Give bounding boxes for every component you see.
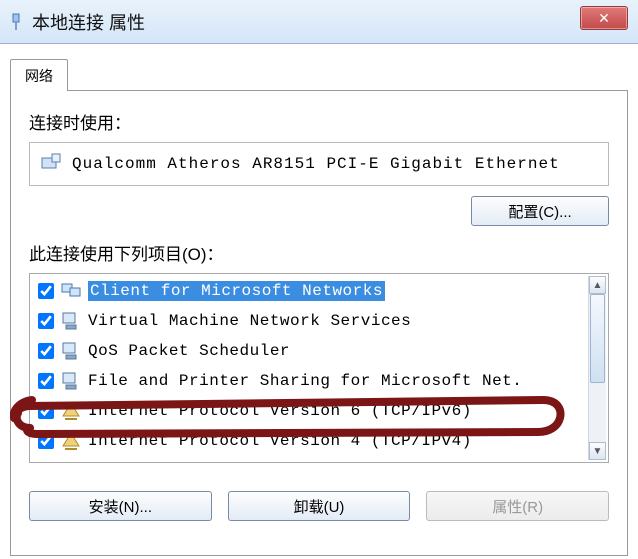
protocol-icon	[60, 430, 82, 452]
bottom-button-row: 安装(N)... 卸载(U) 属性(R)	[29, 491, 609, 521]
components-listbox[interactable]: Client for Microsoft Networks Virtual Mac…	[29, 273, 609, 463]
adapter-box: Qualcomm Atheros AR8151 PCI-E Gigabit Et…	[29, 142, 609, 186]
item-checkbox[interactable]	[38, 403, 54, 419]
item-label: Client for Microsoft Networks	[88, 281, 385, 301]
list-item[interactable]: Client for Microsoft Networks	[32, 276, 588, 306]
list-item[interactable]: Virtual Machine Network Services	[32, 306, 588, 336]
service-icon	[60, 340, 82, 362]
scroll-up-button[interactable]: ▲	[589, 276, 606, 294]
label-items-used: 此连接使用下列项目(O)：	[29, 240, 609, 265]
service-icon	[60, 310, 82, 332]
list-item[interactable]: Internet Protocol Version 4 (TCP/IPv4)	[32, 426, 588, 456]
connection-icon	[8, 12, 24, 32]
item-checkbox[interactable]	[38, 313, 54, 329]
scroll-track[interactable]	[589, 294, 606, 442]
item-label: File and Printer Sharing for Microsoft N…	[88, 371, 522, 391]
adapter-name: Qualcomm Atheros AR8151 PCI-E Gigabit Et…	[72, 155, 560, 173]
label-connect-using: 连接时使用：	[29, 109, 609, 134]
list-item[interactable]: QoS Packet Scheduler	[32, 336, 588, 366]
item-label: Internet Protocol Version 4 (TCP/IPv4)	[88, 431, 472, 451]
tab-page: 连接时使用： Qualcomm Atheros AR8151 PCI-E Gig…	[10, 90, 628, 556]
description-label-clipped	[29, 531, 609, 545]
item-label: Internet Protocol Version 6 (TCP/IPv6)	[88, 401, 472, 421]
item-checkbox[interactable]	[38, 283, 54, 299]
client-area: 网络 连接时使用： Qualcomm Atheros AR8151 PCI-E …	[0, 44, 638, 556]
uninstall-button[interactable]: 卸载(U)	[228, 491, 411, 521]
properties-button: 属性(R)	[426, 491, 609, 521]
close-button[interactable]: ✕	[580, 6, 628, 30]
scrollbar[interactable]: ▲ ▼	[588, 276, 606, 460]
item-checkbox[interactable]	[38, 433, 54, 449]
scroll-thumb[interactable]	[590, 294, 605, 383]
list-item[interactable]: File and Printer Sharing for Microsoft N…	[32, 366, 588, 396]
tab-network[interactable]: 网络	[10, 59, 68, 91]
titlebar: 本地连接 属性 ✕	[0, 0, 638, 44]
service-icon	[60, 370, 82, 392]
item-checkbox[interactable]	[38, 373, 54, 389]
install-button[interactable]: 安装(N)...	[29, 491, 212, 521]
configure-button[interactable]: 配置(C)...	[471, 196, 609, 226]
item-label: QoS Packet Scheduler	[88, 341, 290, 361]
close-icon: ✕	[598, 10, 610, 27]
list-item[interactable]: Internet Protocol Version 6 (TCP/IPv6)	[32, 396, 588, 426]
network-adapter-icon	[40, 152, 62, 177]
item-label: Virtual Machine Network Services	[88, 311, 411, 331]
scroll-down-button[interactable]: ▼	[589, 442, 606, 460]
tab-strip: 网络	[10, 54, 628, 90]
protocol-icon	[60, 400, 82, 422]
window-title: 本地连接 属性	[32, 9, 145, 35]
item-checkbox[interactable]	[38, 343, 54, 359]
client-icon	[60, 280, 82, 302]
